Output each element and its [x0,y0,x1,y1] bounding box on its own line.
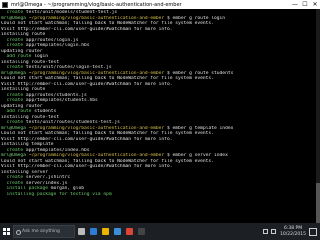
terminal-text: ~/programming/vlog/basic-authentication-… [28,15,165,21]
store-icon [113,228,121,235]
terminal-text: installing package for testing via npm [1,191,112,197]
terminal-text: Could not start watchman; falling back t… [1,131,214,136]
terminal-text: create [1,10,26,15]
terminal-text: app/templates/index.hbs [25,147,90,153]
terminal-text: Could not start watchman; falling back t… [1,158,214,164]
terminal-text: add route [1,54,35,59]
chrome-icon [125,228,133,235]
terminal-text: install package [1,186,51,191]
taskbar: Ask me anything 6:38 PM 10/22/2015 [0,223,320,240]
terminal-text: create [1,43,26,48]
terminal-text: updating router [1,103,43,109]
terminal-text: app/templates/students.hbs [25,98,98,103]
terminal-text: $ ember g route students [164,70,234,76]
terminal-text: $ ember g server index [164,153,228,158]
terminal-text: create [1,98,26,103]
terminal-line: installing package for testing via npm [1,192,315,198]
store-button[interactable] [111,223,123,240]
system-tray: 6:38 PM 10/22/2015 [261,223,320,240]
terminal-text: installing route-test [1,59,60,65]
file-explorer-button[interactable] [99,223,111,240]
terminal-text: Visit http://ember-cli.com/user-guide/#w… [1,26,173,32]
terminal-text: server/index.js [25,180,68,186]
terminal-text: installing route [1,32,46,37]
terminal-button[interactable] [135,223,147,240]
terminal-text: server/.jshintrc [25,175,71,180]
terminal-text: $ ember g route login [164,15,226,21]
terminal-text: ~/programming/vlog/basic-authentication-… [28,125,165,131]
terminal-text: add route [1,109,35,114]
scrollbar-thumb[interactable] [316,183,320,223]
volume-icon[interactable] [270,229,276,234]
terminal-icon [137,228,145,235]
scrollbar[interactable] [316,9,320,223]
terminal-text: tests/unit/routes/login-test.js [25,65,112,70]
terminal-text: installing template [1,142,54,147]
terminal-text: $ ember g template index [164,125,234,131]
pinned-apps [75,223,147,240]
search-box[interactable]: Ask me anything [13,225,75,238]
search-icon [16,230,21,235]
terminal-text: installing route-test [1,114,60,120]
terminal-text: mrl@Omega [1,70,26,76]
start-button[interactable] [0,223,12,240]
notifications-icon[interactable] [309,227,317,236]
windows-logo-icon [2,228,10,235]
terminal-text: create [1,92,26,98]
clock[interactable]: 6:38 PM 10/22/2015 [280,226,306,237]
terminal-text: mrl@Omega [1,15,26,21]
minimize-button[interactable]: — [290,0,300,9]
terminal-text: Visit http://ember-cli.com/user-guide/#w… [1,136,173,142]
terminal-text: updating router [1,48,43,54]
terminal-window[interactable]: mrl@Omega - ~/programming/vlog/basic-aut… [0,0,320,223]
edge-browser-icon [89,228,97,235]
file-explorer-icon [101,228,109,235]
terminal-text: create [1,65,26,70]
terminal-text: create [1,175,26,180]
task-view-button[interactable] [75,223,87,240]
task-view-icon [77,228,85,235]
terminal-text: mrl@Omega [1,125,26,131]
terminal-text: installing route [1,87,46,92]
terminal-text: app/routes/login.js [25,37,79,43]
terminal-text: Could not start watchman; falling back t… [1,76,214,81]
title-bar[interactable]: mrl@Omega - ~/programming/vlog/basic-aut… [0,0,320,9]
terminal-text: login [34,54,49,59]
terminal-text: mrl@Omega [1,153,26,158]
maximize-button[interactable]: ☐ [300,0,310,9]
terminal-text: morgan, glob [50,186,84,191]
terminal-text: create [1,120,26,125]
terminal-text: Could not start watchman; falling back t… [1,21,214,26]
terminal-text: tests/unit/models/student-test.js [25,10,118,15]
chrome-button[interactable] [123,223,135,240]
terminal-text: create [1,37,26,43]
clock-date: 10/22/2015 [280,231,306,237]
terminal-text: tests/unit/routes/students-test.js [25,120,120,125]
edge-browser-button[interactable] [87,223,99,240]
terminal-text: create [1,180,26,186]
terminal-text: students [34,109,57,114]
terminal-text: app/templates/login.hbs [25,43,90,48]
terminal-output[interactable]: create tests/unit/models/student-test.js… [1,10,315,222]
terminal-text: app/routes/students.js [25,92,87,98]
terminal-app-icon [2,1,8,8]
search-placeholder: Ask me anything [22,229,60,234]
terminal-text: installing server [1,169,49,175]
terminal-text: Visit http://ember-cli.com/user-guide/#w… [1,81,173,87]
terminal-text: ~/programming/vlog/basic-authentication-… [28,153,165,158]
terminal-text: ~/programming/vlog/basic-authentication-… [28,70,165,76]
terminal-text: create [1,147,26,153]
window-title: mrl@Omega - ~/programming/vlog/basic-aut… [11,1,182,8]
terminal-text: Visit http://ember-cli.com/user-guide/#w… [1,164,173,169]
network-icon[interactable] [262,229,268,234]
close-button[interactable]: ✕ [310,0,320,9]
